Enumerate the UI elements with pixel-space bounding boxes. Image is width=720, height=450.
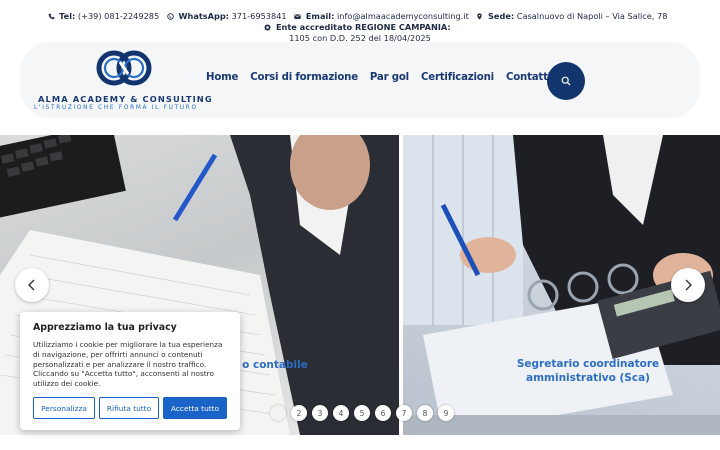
nav-home[interactable]: Home bbox=[206, 72, 238, 88]
nav-certificazioni[interactable]: Certificazioni bbox=[421, 72, 494, 88]
whatsapp-item[interactable]: WhatsApp: 371-6953841 bbox=[167, 11, 289, 21]
sede-value: Casalnuovo di Napoli – Via Salice, 78 bbox=[516, 11, 668, 21]
customize-button[interactable]: Personalizza bbox=[33, 397, 95, 419]
carousel-dot-6[interactable]: 6 bbox=[375, 405, 391, 421]
whatsapp-icon bbox=[167, 13, 174, 20]
carousel-dot-4[interactable]: 4 bbox=[333, 405, 349, 421]
envelope-icon bbox=[294, 14, 302, 19]
cookie-title: Apprezziamo la tua privacy bbox=[33, 322, 177, 333]
chevron-left-icon bbox=[28, 279, 35, 291]
email-label: Email: bbox=[305, 11, 335, 21]
slide2-caption: Segretario coordinatore amministrativo (… bbox=[516, 358, 660, 384]
nav-par-gol[interactable]: Par gol bbox=[370, 72, 409, 88]
chevron-right-icon bbox=[685, 279, 692, 291]
sede-item[interactable]: Sede: Casalnuovo di Napoli – Via Salice,… bbox=[476, 11, 667, 21]
search-button[interactable] bbox=[547, 62, 585, 100]
cookie-consent-dialog: Apprezziamo la tua privacy Utilizziamo i… bbox=[20, 312, 240, 430]
email-value: info@almaacademyconsulting.it bbox=[337, 11, 469, 21]
whatsapp-value: 371-6953841 bbox=[231, 11, 287, 21]
carousel-dot-3[interactable]: 3 bbox=[312, 405, 328, 421]
site-logo[interactable]: ALMA ACADEMY & CONSULTING L'ISTRUZIONE C… bbox=[32, 48, 212, 114]
tel-label: Tel: bbox=[59, 11, 76, 21]
phone-icon bbox=[48, 13, 54, 20]
nav-contatti[interactable]: Contatti bbox=[506, 72, 551, 88]
search-icon bbox=[561, 76, 571, 86]
ente-label: Ente accreditato REGIONE CAMPANIA: bbox=[275, 22, 451, 32]
carousel-dot-1[interactable] bbox=[270, 405, 286, 421]
main-nav: Home Corsi di formazione Par gol Certifi… bbox=[206, 72, 551, 88]
tel-value: (+39) 081-2249285 bbox=[77, 11, 160, 21]
brand-tagline: L'ISTRUZIONE CHE FORMA IL FUTURO bbox=[34, 105, 198, 111]
certificate-icon bbox=[264, 24, 271, 31]
carousel-dot-8[interactable]: 8 bbox=[417, 405, 433, 421]
carousel-pagination: 2 3 4 5 6 7 8 9 bbox=[270, 405, 454, 421]
carousel-dot-5[interactable]: 5 bbox=[354, 405, 370, 421]
map-pin-icon bbox=[477, 13, 483, 20]
carousel-dot-7[interactable]: 7 bbox=[396, 405, 412, 421]
accept-all-button[interactable]: Accetta tutto bbox=[163, 397, 227, 419]
cookie-text: Utilizziamo i cookie per migliorare la t… bbox=[33, 340, 223, 389]
tel-item[interactable]: Tel: (+39) 081-2249285 bbox=[48, 11, 162, 21]
cookie-buttons: Personalizza Rifiuta tutto Accetta tutto bbox=[33, 397, 227, 419]
email-item[interactable]: Email: info@almaacademyconsulting.it bbox=[294, 11, 471, 21]
reject-all-button[interactable]: Rifiuta tutto bbox=[99, 397, 159, 419]
infinity-logo-icon bbox=[96, 50, 152, 86]
whatsapp-label: WhatsApp: bbox=[178, 11, 229, 21]
top-contact-bar: Tel: (+39) 081-2249285 WhatsApp: 371-695… bbox=[0, 0, 720, 43]
carousel-dot-2[interactable]: 2 bbox=[291, 405, 307, 421]
site-header: ALMA ACADEMY & CONSULTING L'ISTRUZIONE C… bbox=[20, 42, 700, 118]
carousel-dot-9[interactable]: 9 bbox=[438, 405, 454, 421]
ente-item: Ente accreditato REGIONE CAMPANIA: bbox=[264, 22, 451, 32]
carousel-prev-button[interactable] bbox=[15, 268, 49, 302]
sede-label: Sede: bbox=[488, 11, 515, 21]
brand-name: ALMA ACADEMY & CONSULTING bbox=[38, 94, 213, 104]
carousel-next-button[interactable] bbox=[671, 268, 705, 302]
nav-corsi-di-formazione[interactable]: Corsi di formazione bbox=[250, 72, 358, 88]
